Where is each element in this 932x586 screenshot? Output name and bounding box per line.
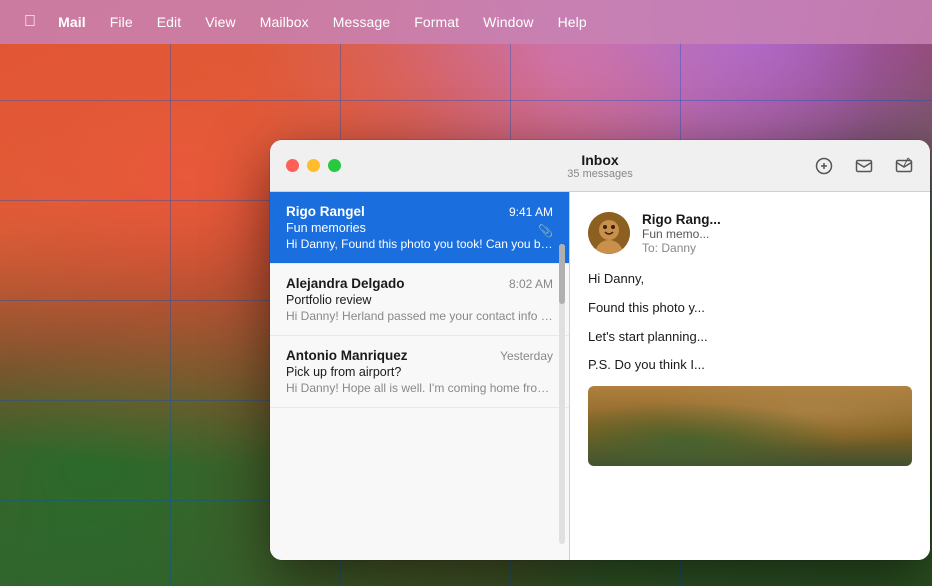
message-detail: Rigo Rang... Fun memo... To: Danny Hi Da… bbox=[570, 192, 930, 560]
detail-body-line-1: Hi Danny, bbox=[588, 269, 912, 290]
compose-icon[interactable] bbox=[854, 156, 874, 176]
mail-window: Inbox 35 messages bbox=[270, 140, 930, 560]
window-titlebar: Inbox 35 messages bbox=[270, 140, 930, 192]
new-message-icon[interactable] bbox=[894, 156, 914, 176]
menu-help[interactable]: Help bbox=[548, 10, 597, 34]
menu-bar:  Mail File Edit View Mailbox Message Fo… bbox=[0, 0, 932, 44]
window-title: Inbox bbox=[567, 152, 632, 168]
detail-subject: Fun memo... bbox=[642, 227, 912, 241]
message-list: Rigo Rangel 9:41 AM Fun memories Hi Dann… bbox=[270, 192, 570, 560]
window-content: Rigo Rangel 9:41 AM Fun memories Hi Dann… bbox=[270, 192, 930, 560]
window-subtitle: 35 messages bbox=[567, 168, 632, 180]
menu-format[interactable]: Format bbox=[404, 10, 469, 34]
message-preview-2: Hi Danny! Herland passed me your contact… bbox=[286, 309, 553, 323]
menu-file[interactable]: File bbox=[100, 10, 143, 34]
message-preview-1: Hi Danny, Found this photo you took! Can… bbox=[286, 237, 553, 251]
titlebar-actions bbox=[814, 156, 914, 176]
message-sender-1: Rigo Rangel bbox=[286, 204, 365, 219]
message-item-2[interactable]: Alejandra Delgado 8:02 AM Portfolio revi… bbox=[270, 264, 569, 336]
detail-to: To: Danny bbox=[642, 241, 912, 255]
message-item-1[interactable]: Rigo Rangel 9:41 AM Fun memories Hi Dann… bbox=[270, 192, 569, 264]
message-preview-3: Hi Danny! Hope all is well. I'm coming h… bbox=[286, 381, 553, 395]
message-time-1: 9:41 AM bbox=[509, 205, 553, 219]
message-subject-3: Pick up from airport? bbox=[286, 365, 553, 379]
message-time-3: Yesterday bbox=[500, 349, 553, 363]
detail-body-line-4: P.S. Do you think I... bbox=[588, 355, 912, 376]
menu-view[interactable]: View bbox=[195, 10, 246, 34]
avatar bbox=[588, 212, 630, 254]
minimize-button[interactable] bbox=[307, 159, 320, 172]
window-title-area: Inbox 35 messages bbox=[567, 152, 632, 180]
message-sender-3: Antonio Manriquez bbox=[286, 348, 408, 363]
menu-edit[interactable]: Edit bbox=[147, 10, 192, 34]
menu-message[interactable]: Message bbox=[323, 10, 401, 34]
detail-image-content bbox=[588, 386, 912, 466]
detail-header: Rigo Rang... Fun memo... To: Danny bbox=[588, 212, 912, 255]
menu-window[interactable]: Window bbox=[473, 10, 543, 34]
message-time-2: 8:02 AM bbox=[509, 277, 553, 291]
scroll-track[interactable] bbox=[559, 244, 565, 544]
message-subject-1: Fun memories bbox=[286, 221, 553, 235]
menu-mailbox[interactable]: Mailbox bbox=[250, 10, 319, 34]
message-item-3[interactable]: Antonio Manriquez Yesterday Pick up from… bbox=[270, 336, 569, 408]
apple-menu[interactable]:  bbox=[16, 9, 44, 35]
maximize-button[interactable] bbox=[328, 159, 341, 172]
menu-mail[interactable]: Mail bbox=[48, 10, 96, 34]
message-sender-2: Alejandra Delgado bbox=[286, 276, 405, 291]
detail-meta: Rigo Rang... Fun memo... To: Danny bbox=[642, 212, 912, 255]
filter-icon[interactable] bbox=[814, 156, 834, 176]
message-header-2: Alejandra Delgado 8:02 AM bbox=[286, 276, 553, 291]
detail-body-line-3: Let's start planning... bbox=[588, 327, 912, 348]
message-header-1: Rigo Rangel 9:41 AM bbox=[286, 204, 553, 219]
traffic-lights bbox=[286, 159, 341, 172]
detail-body-line-2: Found this photo y... bbox=[588, 298, 912, 319]
detail-image bbox=[588, 386, 912, 466]
detail-sender: Rigo Rang... bbox=[642, 212, 912, 227]
message-header-3: Antonio Manriquez Yesterday bbox=[286, 348, 553, 363]
message-subject-2: Portfolio review bbox=[286, 293, 553, 307]
scroll-thumb[interactable] bbox=[559, 244, 565, 304]
detail-body: Hi Danny, Found this photo y... Let's st… bbox=[588, 269, 912, 376]
attachment-icon-1: 📎 bbox=[538, 224, 553, 238]
close-button[interactable] bbox=[286, 159, 299, 172]
